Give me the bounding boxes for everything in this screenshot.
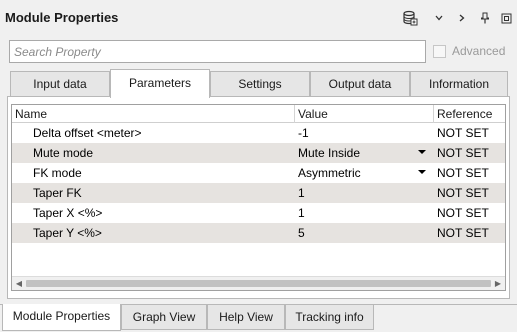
scroll-left-icon[interactable]: ◀: [13, 278, 25, 290]
param-value-dropdown[interactable]: Asymmetric: [298, 163, 361, 183]
grid-row[interactable]: Delta offset <meter> -1 NOT SET: [12, 123, 505, 143]
grid-header: Name Value Reference: [12, 105, 505, 123]
grid-row[interactable]: FK mode Asymmetric NOT SET: [12, 163, 505, 183]
title-bar: Module Properties: [0, 0, 517, 36]
chevron-right-icon[interactable]: [453, 9, 471, 27]
grid-row[interactable]: Mute mode Mute Inside NOT SET: [12, 143, 505, 163]
database-icon[interactable]: [401, 9, 419, 27]
panel-title: Module Properties: [5, 10, 119, 25]
restore-window-icon[interactable]: [497, 9, 515, 27]
tab-graph-view[interactable]: Graph View: [121, 305, 207, 330]
param-value[interactable]: 5: [298, 223, 305, 243]
tab-tracking-info[interactable]: Tracking info: [285, 305, 374, 330]
tab-information[interactable]: Information: [410, 71, 508, 97]
scroll-right-icon[interactable]: ▶: [492, 278, 504, 290]
param-reference: NOT SET: [437, 146, 489, 160]
search-input[interactable]: [10, 41, 425, 62]
tab-help-view[interactable]: Help View: [207, 305, 285, 330]
param-reference: NOT SET: [437, 206, 489, 220]
advanced-label: Advanced: [452, 44, 506, 58]
param-value[interactable]: 1: [298, 203, 305, 223]
advanced-checkbox[interactable]: [433, 44, 446, 58]
grid-row[interactable]: Taper X <%> 1 NOT SET: [12, 203, 505, 223]
scrollbar-thumb[interactable]: [26, 280, 491, 287]
param-name: FK mode: [33, 166, 82, 180]
tab-settings[interactable]: Settings: [210, 71, 310, 97]
param-value-dropdown[interactable]: Mute Inside: [298, 143, 360, 163]
tab-parameters[interactable]: Parameters: [110, 69, 210, 98]
advanced-toggle[interactable]: Advanced: [433, 44, 505, 58]
param-name: Taper X <%>: [33, 206, 103, 220]
param-reference: NOT SET: [437, 126, 489, 140]
properties-tab-bar: Input data Parameters Settings Output da…: [10, 69, 508, 98]
param-name: Mute mode: [33, 146, 94, 160]
column-header-value[interactable]: Value: [295, 105, 434, 123]
param-name: Delta offset <meter>: [33, 126, 142, 140]
pin-icon[interactable]: [476, 9, 494, 27]
param-value[interactable]: -1: [298, 123, 309, 143]
tab-input-data[interactable]: Input data: [10, 71, 110, 97]
grid-row[interactable]: Taper Y <%> 5 NOT SET: [12, 223, 505, 243]
grid-row[interactable]: Taper FK 1 NOT SET: [12, 183, 505, 203]
parameters-panel: Name Value Reference Delta offset <meter…: [7, 96, 510, 299]
param-name: Taper FK: [33, 186, 82, 200]
tab-output-data[interactable]: Output data: [310, 71, 410, 97]
tab-module-properties[interactable]: Module Properties: [2, 304, 121, 331]
column-header-name[interactable]: Name: [12, 105, 295, 123]
dropdown-arrow-icon[interactable]: [418, 170, 426, 174]
param-name: Taper Y <%>: [33, 226, 102, 240]
column-header-reference[interactable]: Reference: [434, 105, 505, 123]
param-reference: NOT SET: [437, 166, 489, 180]
param-value[interactable]: 1: [298, 183, 305, 203]
search-property-field[interactable]: [9, 40, 426, 63]
param-reference: NOT SET: [437, 226, 489, 240]
dropdown-arrow-icon[interactable]: [418, 150, 426, 154]
chevron-down-icon[interactable]: [430, 9, 448, 27]
property-grid: Name Value Reference Delta offset <meter…: [11, 104, 506, 291]
horizontal-scrollbar[interactable]: ◀ ▶: [12, 276, 505, 290]
param-reference: NOT SET: [437, 186, 489, 200]
bottom-tab-bar: Module Properties Graph View Help View T…: [0, 304, 517, 332]
